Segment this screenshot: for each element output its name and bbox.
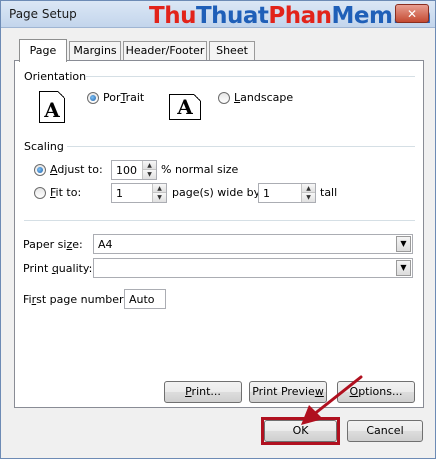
portrait-label[interactable]: PorTrait (103, 91, 144, 104)
watermark-part: Thuat (195, 3, 269, 29)
tab-margins[interactable]: Margins (69, 41, 121, 61)
landscape-radio[interactable] (218, 92, 230, 104)
watermark-part: Phan (268, 3, 332, 29)
portrait-radio[interactable] (87, 92, 99, 104)
page-tab-panel: Orientation A PorTrait A Landscape Scali… (14, 60, 424, 408)
first-page-number-input[interactable]: Auto (124, 289, 166, 309)
tab-label: Header/Footer (125, 44, 205, 57)
portrait-page-icon: A (39, 91, 65, 123)
tab-header-footer[interactable]: Header/Footer (123, 41, 207, 61)
landscape-label[interactable]: Landscape (234, 91, 293, 104)
stepper-up-icon[interactable]: ▲ (143, 161, 156, 170)
label-part: rait (125, 91, 145, 104)
label-part: rint... (191, 385, 221, 398)
print-button[interactable]: Print... (164, 381, 242, 403)
stepper-up-icon[interactable]: ▲ (302, 184, 315, 193)
landscape-page-icon: A (169, 94, 201, 120)
window-title: Page Setup (9, 7, 77, 21)
label-part: Paper si (23, 238, 67, 251)
fit-wide-stepper[interactable]: 1 ▲ ▼ (111, 183, 167, 203)
fit-tall-value: 1 (263, 187, 270, 200)
page-setup-dialog: Page Setup ThuThuatPhanMem.vn ✕ Page Mar… (0, 0, 436, 459)
paper-size-value: A4 (98, 238, 113, 251)
tab-label: Page (29, 44, 57, 57)
tab-label: Sheet (216, 44, 248, 57)
close-button[interactable]: ✕ (395, 4, 429, 23)
tab-label: Margins (73, 44, 117, 57)
portrait-glyph: A (44, 98, 60, 122)
orientation-divider (85, 76, 415, 77)
chevron-down-icon[interactable]: ▼ (396, 236, 411, 252)
paper-size-label: Paper size: (23, 238, 83, 251)
fit-to-radio[interactable] (34, 187, 46, 199)
scaling-label: Scaling (24, 140, 64, 153)
label-part: andscape (240, 91, 294, 104)
landscape-glyph: A (177, 95, 193, 119)
first-page-number-label: First page number: (23, 293, 127, 306)
label-part: Por (103, 91, 121, 104)
scaling-bottom-divider (24, 220, 415, 221)
label-part: djust to: (57, 163, 103, 176)
paper-size-select[interactable]: A4 ▼ (93, 234, 413, 254)
stepper-down-icon[interactable]: ▼ (302, 193, 315, 202)
fit-wide-value: 1 (116, 187, 123, 200)
fit-tall-suffix: tall (320, 186, 338, 199)
adjust-to-suffix: % normal size (161, 163, 239, 176)
fit-to-label[interactable]: Fit to: (50, 186, 81, 199)
fit-wide-suffix: page(s) wide by (172, 186, 261, 199)
label-part: e: (72, 238, 83, 251)
print-quality-label: Print quality: (23, 262, 92, 275)
adjust-to-label[interactable]: Adjust to: (50, 163, 103, 176)
watermark-part: Thu (149, 3, 196, 29)
stepper-down-icon[interactable]: ▼ (143, 170, 156, 179)
watermark-logo: ThuThuatPhanMem.vn (149, 3, 432, 29)
label-mnemonic: q (51, 262, 59, 275)
label-part: it to: (55, 186, 82, 199)
orientation-label: Orientation (24, 70, 87, 83)
stepper-up-icon[interactable]: ▲ (153, 184, 166, 193)
annotation-arrow-icon (301, 375, 363, 425)
chevron-down-icon[interactable]: ▼ (396, 260, 411, 276)
adjust-to-stepper[interactable]: 100 ▲ ▼ (111, 160, 157, 180)
first-page-number-value: Auto (129, 293, 155, 306)
cancel-label: Cancel (366, 424, 404, 437)
label-part: st page number: (36, 293, 128, 306)
title-bar: Page Setup ThuThuatPhanMem.vn ✕ (1, 1, 435, 29)
scaling-divider (67, 146, 415, 147)
close-icon: ✕ (406, 7, 418, 21)
label-part: Fi (23, 293, 32, 306)
adjust-to-value: 100 (116, 164, 137, 177)
label-part: Print (23, 262, 52, 275)
print-quality-select[interactable]: ▼ (93, 258, 413, 278)
tab-page[interactable]: Page (19, 39, 67, 62)
tab-sheet[interactable]: Sheet (209, 41, 255, 61)
stepper-down-icon[interactable]: ▼ (153, 193, 166, 202)
fit-tall-stepper[interactable]: 1 ▲ ▼ (258, 183, 316, 203)
label-part: uality: (58, 262, 93, 275)
adjust-to-radio[interactable] (34, 164, 46, 176)
